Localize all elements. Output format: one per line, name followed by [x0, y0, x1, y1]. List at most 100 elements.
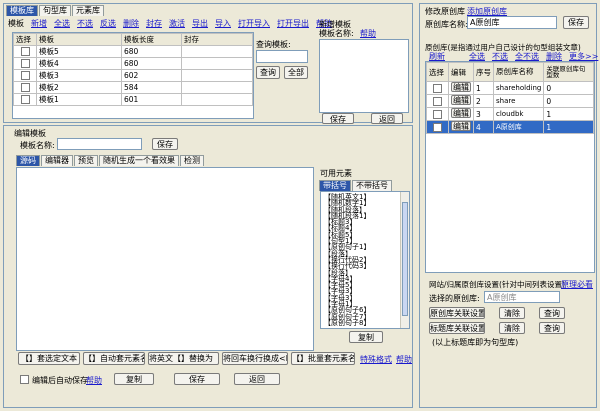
template-length: 584	[121, 81, 182, 94]
query-input[interactable]	[256, 50, 308, 63]
editor-save-button[interactable]: 保存	[152, 138, 178, 150]
import-link[interactable]: 导入	[215, 18, 231, 29]
tab-random-generate[interactable]: 随机生成一个看效果	[99, 155, 179, 166]
col-length: 模板长度	[121, 33, 182, 46]
auto-save-checkbox[interactable]	[20, 375, 29, 384]
special-format-link[interactable]: 特殊格式	[360, 354, 392, 365]
footer-copy-button[interactable]: 复制	[114, 373, 154, 385]
delete-link[interactable]: 删除	[123, 18, 139, 29]
library-query-button[interactable]: 查询	[539, 307, 565, 319]
tab-source[interactable]: 源码	[16, 155, 40, 166]
row-checkbox[interactable]	[20, 83, 30, 93]
query-button[interactable]: 查询	[256, 66, 280, 79]
tab-with-brackets[interactable]: 带括号	[319, 180, 351, 191]
row-checkbox[interactable]	[20, 95, 30, 105]
row-edit-button[interactable]: 编辑	[451, 82, 471, 92]
auto-wrap-element-button[interactable]: 【】自动套元素名	[83, 352, 145, 365]
row-name: shareholding	[492, 81, 545, 95]
table-row-selected[interactable]: 编辑 4 A原创库 1	[426, 120, 594, 134]
row-checkbox[interactable]	[433, 122, 442, 132]
template-table: 选择 模板 模板长度 封存 模板5 680 模板4 680 模板3 602 模板…	[13, 33, 253, 106]
editor-help-link[interactable]: 帮助	[396, 354, 412, 365]
table-row[interactable]: 编辑 1 shareholding 0	[426, 81, 594, 95]
row-edit-button[interactable]: 编辑	[451, 121, 471, 131]
edit-library-title: 修改原创库	[425, 7, 465, 16]
select-all-link[interactable]: 全选	[54, 18, 70, 29]
invert-select-link[interactable]: 反选	[100, 18, 116, 29]
col-sealed: 封存	[181, 33, 253, 46]
lib-col-no: 序号	[473, 62, 494, 82]
select-none-link[interactable]: 不选	[77, 18, 93, 29]
elements-list[interactable]: 【随机英文1】 【随机数字1】 【随机段落】 【随机段落1】 【标题3】 【标题4】 【标题…	[320, 191, 410, 329]
table-row[interactable]: 编辑 2 share 0	[426, 94, 594, 108]
element-item[interactable]: 【原创句子8】	[324, 319, 409, 326]
row-checkbox[interactable]	[20, 47, 30, 57]
new-link[interactable]: 新增	[31, 18, 47, 29]
template-sealed	[181, 93, 253, 106]
assoc-note: (以上标题库即为句型库)	[432, 338, 519, 347]
tab-editor[interactable]: 编辑器	[41, 155, 73, 166]
toolbar-label: 模板	[8, 19, 24, 28]
replace-english-brackets-button[interactable]: 将英文【】替换为【】	[148, 352, 219, 365]
template-name: 模板1	[36, 93, 122, 106]
elements-tabs: 带括号 不带括号	[319, 180, 393, 191]
library-clear-button[interactable]: 清除	[499, 307, 525, 319]
open-export-link[interactable]: 打开导出	[277, 18, 309, 29]
table-row[interactable]: 编辑 3 cloudbk 1	[426, 107, 594, 121]
tab-check[interactable]: 检测	[180, 155, 204, 166]
footer-save-button[interactable]: 保存	[174, 373, 220, 385]
footer-back-button[interactable]: 返回	[234, 373, 280, 385]
row-checkbox[interactable]	[20, 59, 30, 69]
row-edit-button[interactable]: 编辑	[451, 108, 471, 118]
tab-preview[interactable]: 预览	[74, 155, 98, 166]
row-checkbox[interactable]	[433, 96, 442, 106]
library-tabs: 模板库 句型库 元素库	[6, 5, 105, 16]
row-count: 1	[543, 107, 594, 121]
lib-col-name: 原创库名称	[492, 62, 545, 82]
tab-template-library[interactable]: 模板库	[6, 5, 38, 16]
seal-link[interactable]: 封存	[146, 18, 162, 29]
title-clear-button[interactable]: 清除	[499, 322, 525, 334]
new-template-textarea[interactable]	[319, 39, 409, 113]
tab-element-library[interactable]: 元素库	[72, 5, 104, 16]
activate-link[interactable]: 激活	[169, 18, 185, 29]
newline-to-br-button[interactable]: 将回车换行换成<br>	[222, 352, 288, 365]
template-table-area: 选择 模板 模板长度 封存 模板5 680 模板4 680 模板3 602 模板…	[12, 32, 254, 119]
elements-scrollbar[interactable]	[400, 192, 409, 328]
new-template-back-button[interactable]: 返回	[371, 113, 403, 124]
elements-copy-button[interactable]: 复制	[349, 331, 383, 343]
row-edit-button[interactable]: 编辑	[451, 95, 471, 105]
library-assoc-button[interactable]: 原创库关联设置	[429, 307, 485, 319]
table-row[interactable]: 模板4 680	[13, 57, 253, 70]
source-code-textarea[interactable]	[16, 167, 314, 351]
auto-save-help-link[interactable]: 帮助	[86, 375, 102, 386]
template-length: 680	[121, 57, 182, 70]
new-template-save-button[interactable]: 保存	[322, 113, 354, 124]
editor-name-input[interactable]	[57, 138, 142, 150]
row-checkbox[interactable]	[433, 109, 442, 119]
table-row[interactable]: 模板3 602	[13, 69, 253, 82]
table-row[interactable]: 模板5 680	[13, 45, 253, 58]
new-template-help-link[interactable]: 帮助	[360, 28, 376, 39]
all-button[interactable]: 全部	[284, 66, 308, 79]
export-link[interactable]: 导出	[192, 18, 208, 29]
template-sealed	[181, 45, 253, 58]
tab-sentence-library[interactable]: 句型库	[39, 5, 71, 16]
open-import-link[interactable]: 打开导入	[238, 18, 270, 29]
library-save-button[interactable]: 保存	[563, 16, 589, 29]
batch-wrap-button[interactable]: 【】批量套元素名	[291, 352, 355, 365]
title-query-button[interactable]: 查询	[539, 322, 565, 334]
elements-scroll-thumb[interactable]	[402, 202, 408, 316]
row-checkbox[interactable]	[433, 83, 442, 93]
principle-link[interactable]: 原理必看	[561, 279, 593, 290]
table-row[interactable]: 模板1 601	[13, 93, 253, 106]
title-assoc-button[interactable]: 标题库关联设置	[429, 322, 485, 334]
lib-col-count: 关联原创库句型数	[543, 62, 594, 82]
library-name-input[interactable]: A原创库	[467, 16, 557, 29]
editor-title: 编辑模板	[14, 129, 46, 138]
row-checkbox[interactable]	[20, 71, 30, 81]
tab-without-brackets[interactable]: 不带括号	[352, 180, 392, 191]
editor-tabs: 源码 编辑器 预览 随机生成一个看效果 检测	[16, 155, 205, 166]
table-row[interactable]: 模板2 584	[13, 81, 253, 94]
wrap-selected-button[interactable]: 【】套选定文本	[18, 352, 80, 365]
